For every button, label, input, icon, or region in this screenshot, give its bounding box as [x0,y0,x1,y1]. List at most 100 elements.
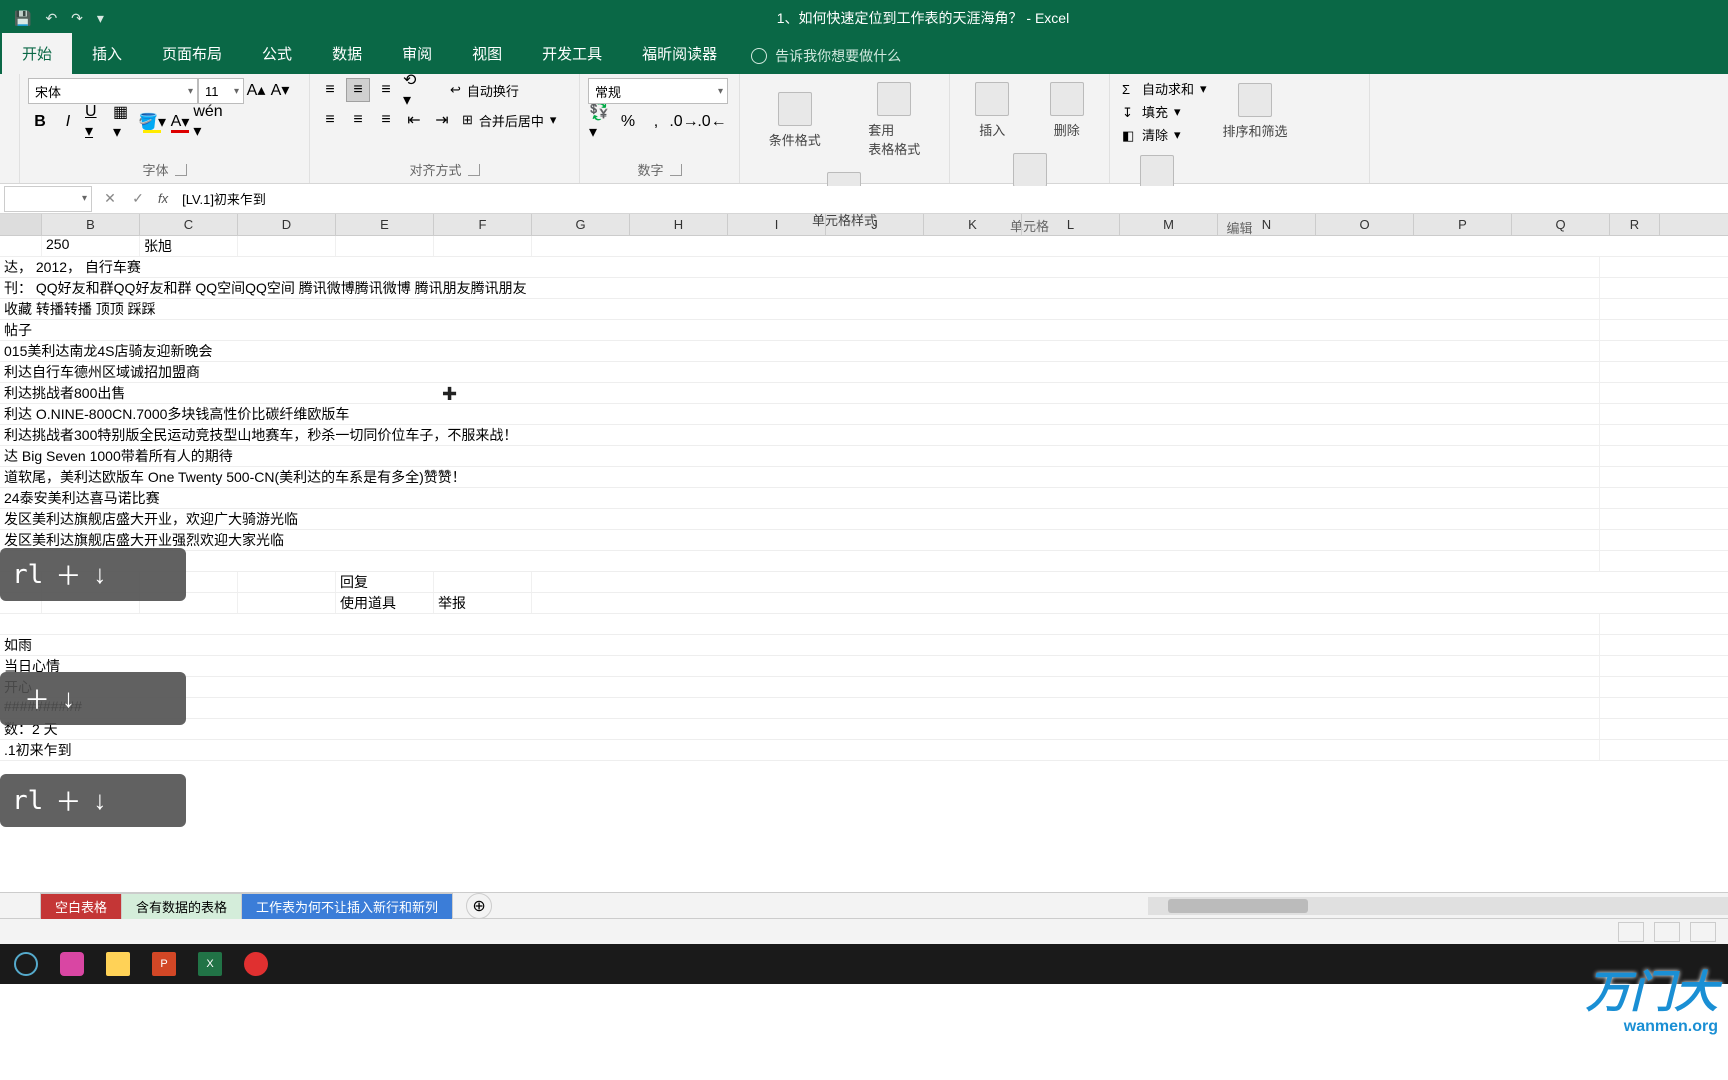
tab-home[interactable]: 开始 [2,33,72,74]
excel-icon[interactable]: X [190,947,230,981]
number-format-combo[interactable]: 常规 [588,78,728,104]
fx-icon[interactable]: fx [152,191,174,206]
name-box[interactable] [4,186,92,212]
cortana-icon[interactable] [6,947,46,981]
column-header[interactable]: M [1120,214,1218,235]
align-left-icon[interactable]: ≡ [318,108,342,132]
sheet-tab-1[interactable]: 空白表格 [40,893,122,919]
table-row[interactable]: 使用道具举报 [0,593,1728,614]
increase-font-icon[interactable]: A▴ [244,78,268,102]
table-row[interactable]: 刊： QQ好友和群QQ好友和群 QQ空间QQ空间 腾讯微博腾讯微博 腾讯朋友腾讯… [0,278,1728,299]
sheet-tab-2[interactable]: 含有数据的表格 [121,893,242,919]
customize-qat-icon[interactable]: ▾ [97,10,104,27]
font-color-button[interactable]: A ▾ [168,110,192,134]
tab-developer[interactable]: 开发工具 [522,33,622,74]
decrease-indent-icon[interactable]: ⇤ [402,108,426,132]
number-launcher-icon[interactable] [670,164,682,176]
column-header[interactable]: O [1316,214,1414,235]
table-row[interactable]: 利达挑战者300特别版全民运动竞技型山地赛车，秒杀一切同价位车子，不服来战！ [0,425,1728,446]
table-row[interactable]: 发区美利达旗舰店盛大开业强烈欢迎大家光临 [0,530,1728,551]
table-row[interactable]: 开心 [0,677,1728,698]
camera-icon[interactable] [52,947,92,981]
spreadsheet-grid[interactable]: 250张旭达， 2012， 自行车赛刊： QQ好友和群QQ好友和群 QQ空间QQ… [0,236,1728,892]
autosum-button[interactable]: Σ自动求和 ▾ [1118,78,1211,99]
align-center-icon[interactable]: ≡ [346,108,370,132]
align-middle-icon[interactable]: ≡ [346,78,370,102]
table-row[interactable]: 发区美利达旗舰店盛大开业，欢迎广大骑游光临 [0,509,1728,530]
tab-insert[interactable]: 插入 [72,33,142,74]
tab-review[interactable]: 审阅 [382,33,452,74]
table-row[interactable]: 当日心情 [0,656,1728,677]
fill-color-button[interactable]: 🪣 ▾ [140,110,164,134]
align-top-icon[interactable]: ≡ [318,78,342,102]
column-header[interactable]: L [1022,214,1120,235]
table-row[interactable]: 015美利达南龙4S店骑友迎新晚会 [0,341,1728,362]
font-size-combo[interactable]: 11 [198,78,244,104]
border-button[interactable]: ▦ ▾ [112,110,136,134]
clear-button[interactable]: ◧清除 ▾ [1118,124,1211,145]
save-icon[interactable]: 💾 [14,10,31,27]
table-row[interactable]: ########## [0,698,1728,719]
column-header[interactable]: N [1218,214,1316,235]
tab-page-layout[interactable]: 页面布局 [142,33,242,74]
tab-data[interactable]: 数据 [312,33,382,74]
formula-input[interactable] [174,186,1728,212]
column-header[interactable]: Q [1512,214,1610,235]
table-row[interactable]: 数：2 天 [0,719,1728,740]
delete-cells-button[interactable]: 删除 [1044,78,1090,143]
column-header[interactable]: K [924,214,1022,235]
redo-icon[interactable]: ↷ [71,10,83,27]
table-row[interactable]: 24泰安美利达喜马诺比赛 [0,488,1728,509]
add-sheet-button[interactable]: ⊕ [466,893,492,919]
insert-cells-button[interactable]: 插入 [969,78,1015,143]
table-row[interactable]: 利达自行车德州区域诚招加盟商 [0,362,1728,383]
page-break-view-icon[interactable] [1690,922,1716,942]
wrap-text-button[interactable]: ↩自动换行 [446,80,523,101]
tell-me-search[interactable]: 告诉我你想要做什么 [737,46,915,74]
column-header[interactable]: P [1414,214,1512,235]
format-as-table-button[interactable]: 套用 表格格式 [862,78,926,162]
table-row[interactable] [0,614,1728,635]
decrease-font-icon[interactable]: A▾ [268,78,292,102]
column-header[interactable]: C [140,214,238,235]
italic-button[interactable]: I [56,110,80,134]
table-row[interactable]: 达 Big Seven 1000带着所有人的期待 [0,446,1728,467]
comma-icon[interactable]: , [644,110,668,134]
table-row[interactable]: 利达 O.NINE-800CN.7000多块钱高性价比碳纤维欧版车 [0,404,1728,425]
tab-foxit[interactable]: 福昕阅读器 [622,33,737,74]
column-header[interactable]: H [630,214,728,235]
increase-decimal-icon[interactable]: .0→ [672,110,696,134]
percent-icon[interactable]: % [616,110,640,134]
column-header[interactable]: G [532,214,630,235]
column-header[interactable]: D [238,214,336,235]
align-right-icon[interactable]: ≡ [374,108,398,132]
table-row[interactable]: .1初来乍到 [0,740,1728,761]
normal-view-icon[interactable] [1618,922,1644,942]
table-row[interactable]: 道软尾，美利达欧版车 One Twenty 500-CN(美利达的车系是有多全)… [0,467,1728,488]
underline-button[interactable]: U ▾ [84,110,108,134]
accept-formula-icon[interactable]: ✓ [124,186,152,212]
record-icon[interactable] [236,947,276,981]
file-explorer-icon[interactable] [98,947,138,981]
sort-filter-button[interactable]: 排序和筛选 [1217,79,1294,144]
table-row[interactable]: 帖子 [0,320,1728,341]
horizontal-scrollbar[interactable] [1148,897,1728,915]
column-header[interactable]: J [826,214,924,235]
tab-formulas[interactable]: 公式 [242,33,312,74]
table-row[interactable]: 回复 [0,572,1728,593]
table-row[interactable] [0,551,1728,572]
column-header[interactable]: E [336,214,434,235]
column-header[interactable]: B [42,214,140,235]
page-layout-view-icon[interactable] [1654,922,1680,942]
column-header[interactable]: R [1610,214,1660,235]
font-launcher-icon[interactable] [175,164,187,176]
sheet-tab-3[interactable]: 工作表为何不让插入新行和新列 [241,893,453,919]
table-row[interactable]: 如雨 [0,635,1728,656]
table-row[interactable]: 250张旭 [0,236,1728,257]
bold-button[interactable]: B [28,110,52,134]
table-row[interactable]: 达， 2012， 自行车赛 [0,257,1728,278]
conditional-formatting-button[interactable]: 条件格式 [763,88,827,153]
currency-icon[interactable]: 💱 ▾ [588,110,612,134]
increase-indent-icon[interactable]: ⇥ [430,108,454,132]
align-launcher-icon[interactable] [468,164,480,176]
